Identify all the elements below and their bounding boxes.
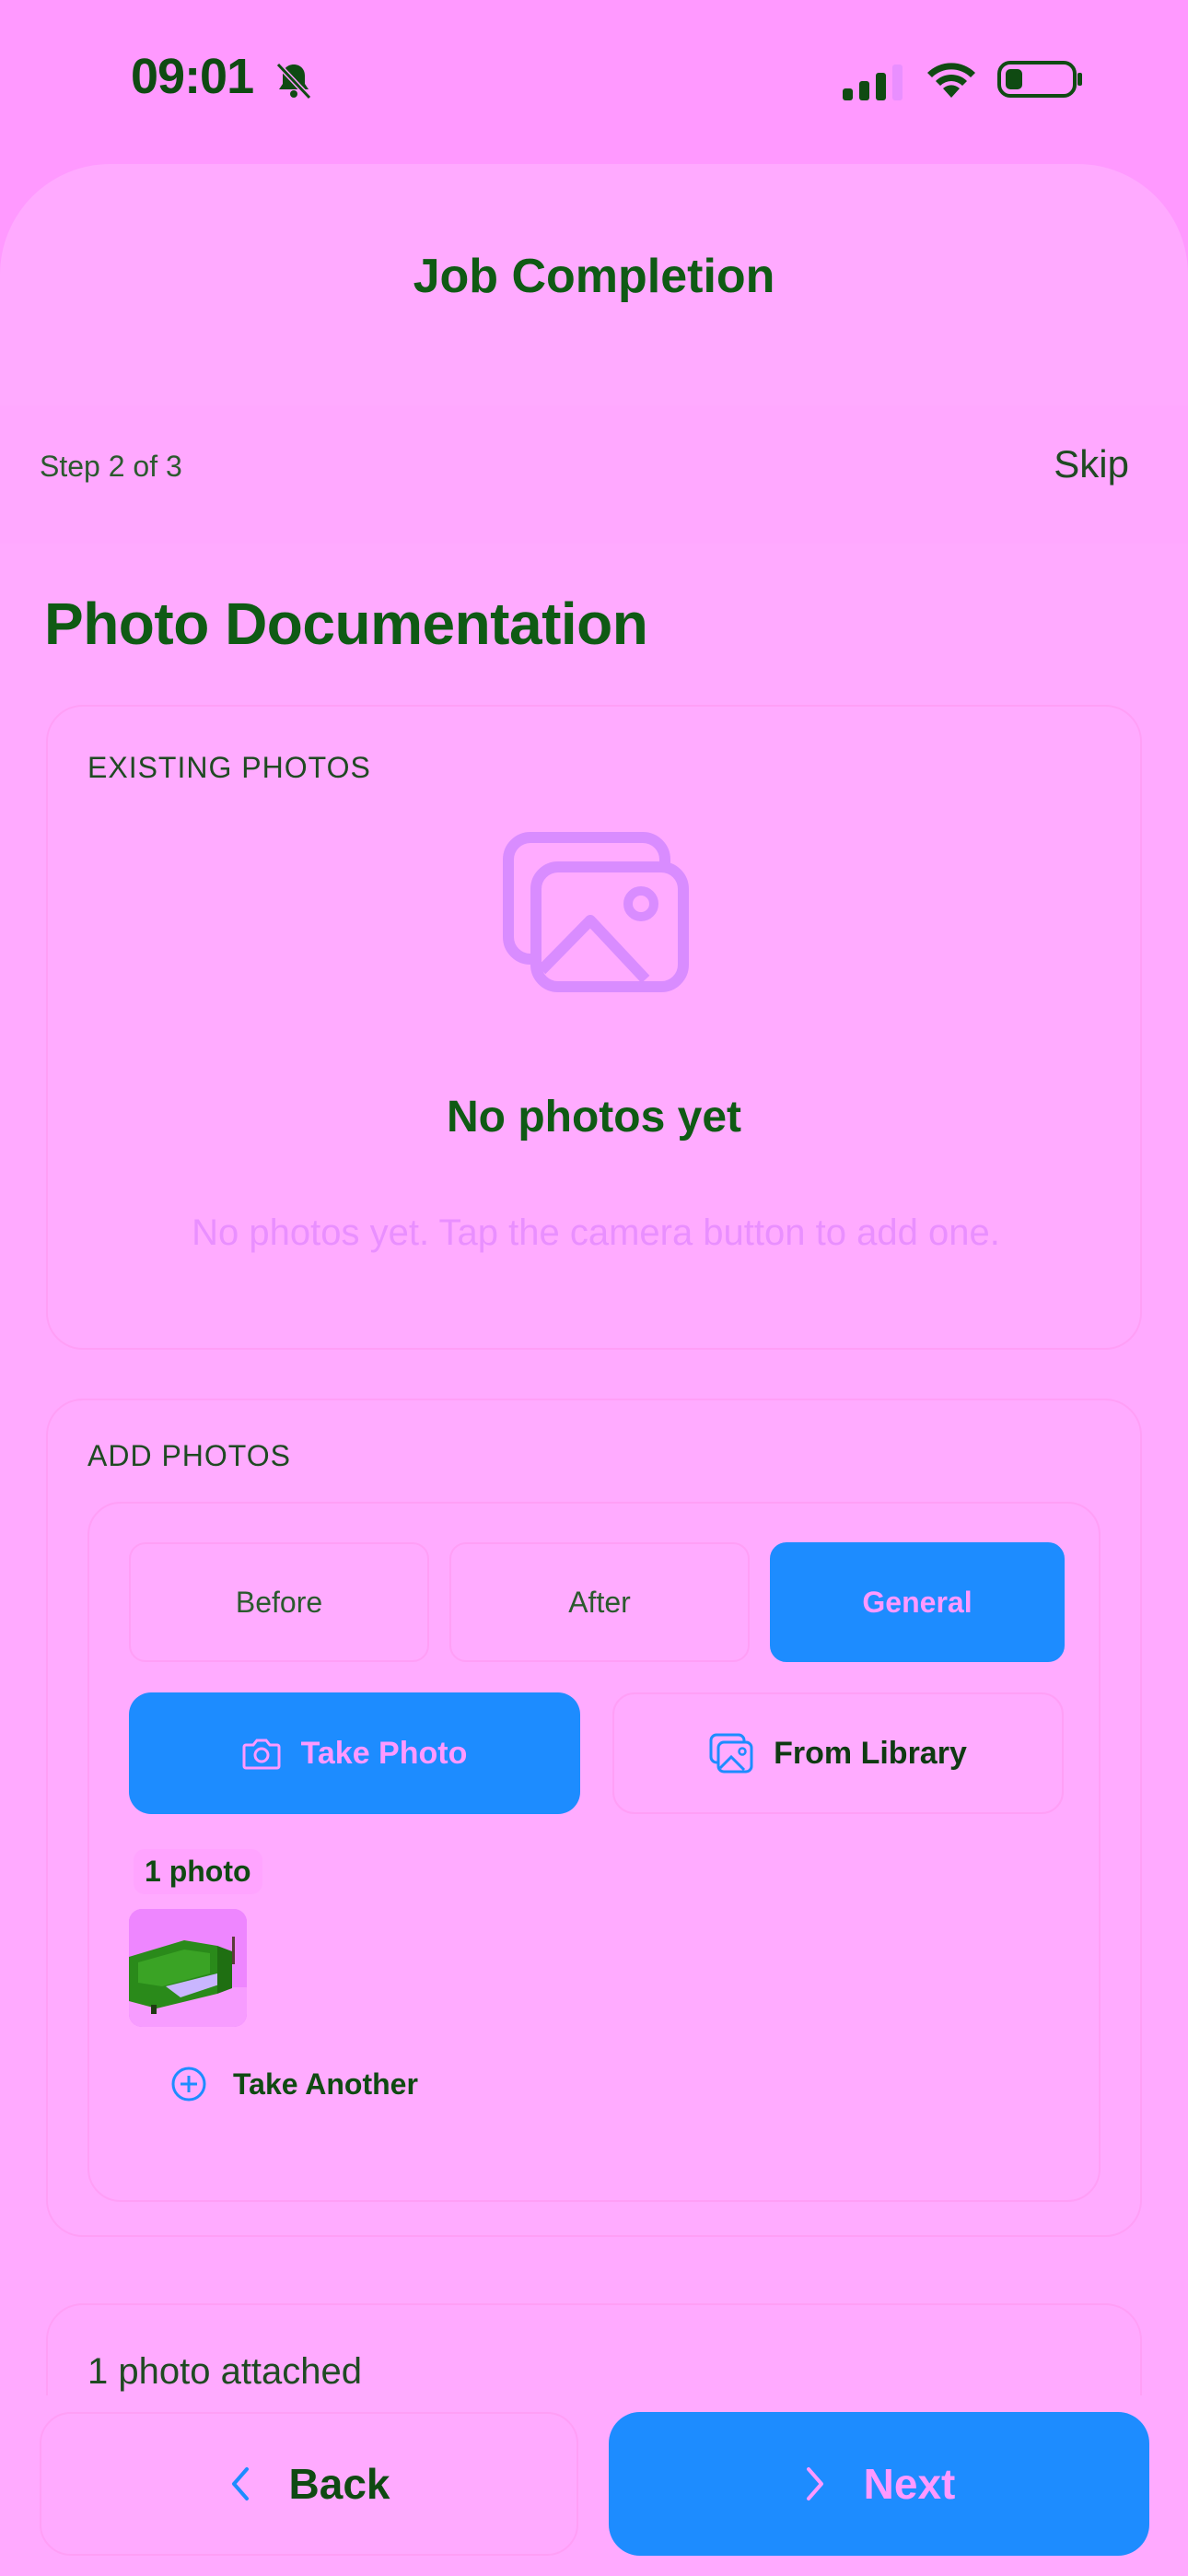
attachment-summary-text: 1 photo attached bbox=[87, 2351, 363, 2392]
take-another-label: Take Another bbox=[233, 2067, 418, 2101]
page-title: Photo Documentation bbox=[44, 591, 648, 657]
photo-count: 1 photo bbox=[134, 1849, 262, 1894]
add-photos-label: ADD PHOTOS bbox=[87, 1439, 291, 1472]
step-indicator: Step 2 of 3 bbox=[40, 450, 182, 483]
photo-library-icon bbox=[709, 1733, 753, 1774]
photo-capture-panel: Before After General Take Photo From Lib… bbox=[87, 1502, 1101, 2202]
next-label: Next bbox=[863, 2460, 956, 2508]
empty-state-description: No photos yet. Tap the camera button to … bbox=[192, 1212, 1000, 1253]
status-time: 09:01 bbox=[131, 49, 254, 104]
existing-photos-card: EXISTING PHOTOS No photos yet No photos … bbox=[46, 705, 1142, 1350]
category-before[interactable]: Before bbox=[129, 1542, 429, 1662]
sofa-photo bbox=[129, 1909, 247, 2027]
take-another-button[interactable]: Take Another bbox=[170, 2056, 418, 2112]
image-stack-icon bbox=[503, 832, 689, 992]
back-label: Back bbox=[288, 2460, 390, 2508]
next-button[interactable]: Next bbox=[609, 2412, 1149, 2556]
category-after[interactable]: After bbox=[449, 1542, 750, 1662]
from-library-label: From Library bbox=[774, 1735, 967, 1771]
sheet-title: Job Completion bbox=[413, 250, 775, 303]
category-general[interactable]: General bbox=[770, 1542, 1065, 1662]
take-photo-button[interactable]: Take Photo bbox=[129, 1692, 580, 1814]
back-button[interactable]: Back bbox=[40, 2412, 578, 2556]
skip-button[interactable]: Skip bbox=[1054, 442, 1129, 486]
status-bar: 09:01 bbox=[0, 0, 1188, 161]
take-photo-label: Take Photo bbox=[300, 1735, 468, 1771]
add-photos-card: ADD PHOTOS Before After General Take Pho… bbox=[46, 1399, 1142, 2237]
cellular-signal-icon bbox=[843, 64, 903, 100]
chevron-left-icon bbox=[231, 2467, 249, 2500]
bell-slash-icon bbox=[275, 62, 312, 100]
plus-circle-icon bbox=[171, 2067, 206, 2102]
battery-icon bbox=[997, 61, 1082, 98]
wifi-icon bbox=[927, 63, 975, 98]
photo-thumbnail[interactable] bbox=[129, 1909, 247, 2027]
existing-photos-label: EXISTING PHOTOS bbox=[87, 751, 371, 784]
camera-icon bbox=[242, 1739, 281, 1770]
chevron-right-icon bbox=[806, 2467, 823, 2500]
from-library-button[interactable]: From Library bbox=[612, 1692, 1064, 1814]
empty-state-title: No photos yet bbox=[447, 1093, 741, 1142]
